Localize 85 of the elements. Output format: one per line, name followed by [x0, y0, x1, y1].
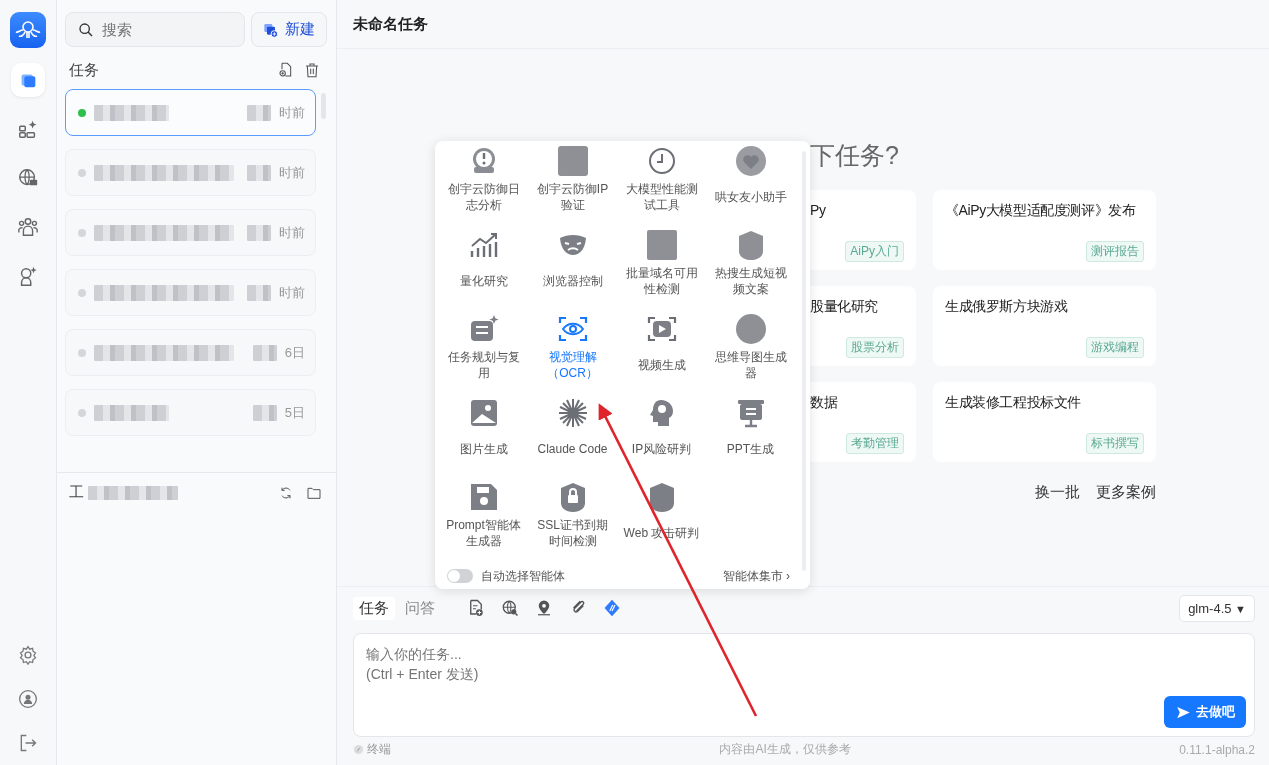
- agent-item[interactable]: 创宇云防御IP验证: [528, 145, 617, 229]
- card-tag: 股票分析: [846, 337, 904, 358]
- card-title: 数据: [810, 394, 839, 412]
- card-title: 生成装修工程投标文件: [945, 394, 1082, 412]
- pixelated-date: [247, 224, 271, 241]
- agent-item[interactable]: Prompt智能体生成器: [439, 481, 528, 565]
- agent-item[interactable]: Claude Code: [528, 397, 617, 481]
- logout-icon[interactable]: [18, 733, 38, 753]
- pixelated-date: [247, 284, 271, 301]
- task-time: 6日: [284, 343, 305, 362]
- agent-item[interactable]: 创宇云防御日志分析: [439, 145, 528, 229]
- square-icon: [556, 145, 589, 177]
- mode-tab[interactable]: 问答: [399, 596, 441, 620]
- agent-item[interactable]: SSL证书到期时间检测: [528, 481, 617, 565]
- task-time: 5日: [284, 403, 305, 422]
- heart-circle-icon: [734, 145, 767, 177]
- search-icon: [78, 22, 94, 38]
- diamond-slash-icon[interactable]: [603, 599, 621, 617]
- card-title: 股量化研究: [810, 298, 879, 316]
- agent-item[interactable]: IP风险研判: [617, 397, 706, 481]
- task-time: 时前: [279, 223, 305, 242]
- agent-item[interactable]: 大模型性能测试工具: [617, 145, 706, 229]
- starburst-icon: [556, 397, 589, 429]
- octopus-logo-icon: [10, 12, 46, 48]
- card-tag: 测评报告: [1086, 241, 1144, 262]
- agent-item[interactable]: 思维导图生成器: [706, 313, 795, 397]
- text-link[interactable]: 换一批: [1035, 483, 1080, 502]
- task-time: 时前: [279, 283, 305, 302]
- pixelated-date: [252, 344, 277, 361]
- trash-icon[interactable]: [304, 62, 320, 78]
- workspace-label: 工: [69, 483, 84, 502]
- cards-plus-icon: [263, 21, 279, 38]
- welcome-heading: 下任务?: [809, 141, 899, 169]
- pixelated-date: [247, 104, 271, 121]
- example-card[interactable]: 生成装修工程投标文件 标书撰写: [933, 382, 1156, 462]
- model-select[interactable]: glm-4.5 ▼: [1179, 594, 1255, 622]
- circle-icon: [734, 313, 767, 345]
- user-icon[interactable]: [18, 689, 38, 709]
- globe-search-icon[interactable]: [501, 599, 519, 617]
- card-tag: 考勤管理: [846, 433, 904, 454]
- task-time: 时前: [279, 103, 305, 122]
- agent-item[interactable]: 视频生成: [617, 313, 706, 397]
- apps-sparkle-icon: [17, 118, 39, 140]
- example-card[interactable]: 生成俄罗斯方块游戏 游戏编程: [933, 286, 1156, 366]
- task-input-field[interactable]: 输入你的任务... (Ctrl + Enter 发送) 去做吧: [353, 633, 1255, 737]
- rail-cubes-button[interactable]: [11, 63, 45, 97]
- agent-item[interactable]: 量化研究: [439, 229, 528, 313]
- card-title: 生成俄罗斯方块游戏: [945, 298, 1069, 316]
- card-title: 《AiPy大模型适配度测评》发布: [945, 202, 1137, 220]
- card-tag: 标书撰写: [1086, 433, 1144, 454]
- submit-button[interactable]: 去做吧: [1164, 696, 1246, 728]
- toggle-switch[interactable]: [447, 569, 473, 583]
- agent-item[interactable]: 图片生成: [439, 397, 528, 481]
- pixelated-date: [252, 404, 277, 421]
- search-field[interactable]: 搜索: [65, 12, 245, 47]
- agent-item[interactable]: 哄女友小助手: [706, 145, 795, 229]
- version-text: 0.11.1-alpha.2: [1179, 742, 1255, 757]
- file-add-icon[interactable]: [278, 62, 294, 78]
- disclaimer-text: 内容由AI生成，仅供参考: [719, 741, 851, 758]
- text-link[interactable]: 更多案例: [1096, 483, 1156, 502]
- new-task-button[interactable]: 新建: [251, 12, 327, 47]
- agent-item[interactable]: 批量域名可用性检测: [617, 229, 706, 313]
- agent-item[interactable]: 视觉理解（OCR）: [528, 313, 617, 397]
- pixelated-date: [247, 164, 271, 181]
- agent-item[interactable]: 热搜生成短视频文案: [706, 229, 795, 313]
- square-icon: [645, 229, 678, 261]
- section-title: 任务: [69, 60, 100, 80]
- agent-item[interactable]: PPT生成: [706, 397, 795, 481]
- people-icon: [17, 216, 39, 238]
- file-add-icon[interactable]: [467, 599, 485, 617]
- location-pin-icon[interactable]: [535, 599, 553, 617]
- task-time: 时前: [279, 163, 305, 182]
- example-card[interactable]: 《AiPy大模型适配度测评》发布 测评报告: [933, 190, 1156, 270]
- agent-item[interactable]: 任务规划与复用: [439, 313, 528, 397]
- market-link[interactable]: 智能体集市 ›: [722, 567, 790, 585]
- window-title: 未命名任务: [353, 14, 428, 34]
- toggle-label: 自动选择智能体: [481, 567, 566, 585]
- caret-icon: ▼: [1235, 602, 1246, 615]
- card-title: Py: [810, 202, 827, 220]
- mode-tab[interactable]: 任务: [353, 596, 395, 620]
- card-tag: 游戏编程: [1086, 337, 1144, 358]
- send-icon: [1175, 704, 1191, 720]
- card-tag: AiPy入门: [845, 241, 904, 262]
- agent-item[interactable]: 浏览器控制: [528, 229, 617, 313]
- settings-icon[interactable]: [18, 645, 38, 665]
